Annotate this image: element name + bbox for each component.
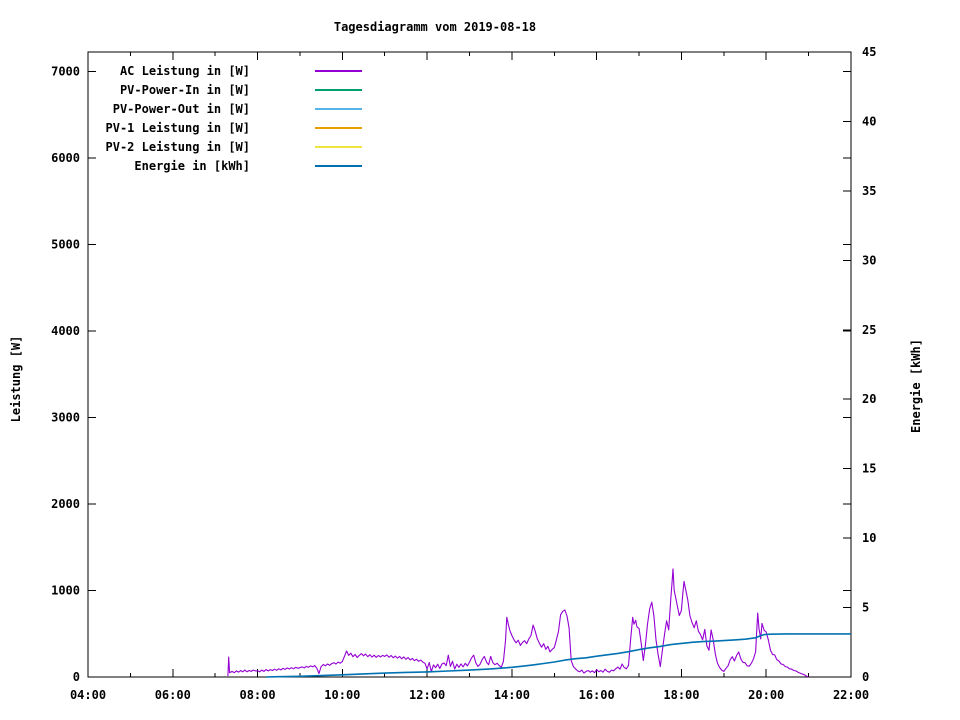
y-axis-tick-label: 3000 (51, 410, 80, 424)
y-axis-tick-label: 2000 (51, 497, 80, 511)
x-axis-tick-label: 12:00 (409, 688, 445, 702)
x-axis-tick-label: 16:00 (579, 688, 615, 702)
x-axis-tick-label: 10:00 (324, 688, 360, 702)
gnuplot-daily-diagram: Tagesdiagramm vom 2019-08-18 Leistung [W… (0, 0, 960, 720)
y2-axis-tick-label: 5 (862, 601, 869, 615)
x-axis-tick-label: 04:00 (70, 688, 106, 702)
series-line-ac-leistung-in-w (227, 568, 809, 678)
y-axis-tick-label: 7000 (51, 64, 80, 78)
x-axis-tick-label: 20:00 (748, 688, 784, 702)
legend-label: PV-Power-In in [W] (120, 83, 250, 97)
y-axis-tick-label: 1000 (51, 583, 80, 597)
chart-canvas: 04:00 06:00 08:00 10:00 12:00 14:00 16:00 18:00… (51, 45, 876, 702)
y2-axis-tick-label: 40 (862, 114, 876, 128)
y2-axis-tick-label: 45 (862, 45, 876, 59)
x-axis-tick-label: 06:00 (155, 688, 191, 702)
y2-axis-tick-label: 15 (862, 462, 876, 476)
y-axis-tick-label: 6000 (51, 151, 80, 165)
y2-axis-tick-label: 20 (862, 392, 876, 406)
legend-label: PV-Power-Out in [W] (113, 102, 250, 116)
x-axis-tick-label: 08:00 (239, 688, 275, 702)
legend-label: Energie in [kWh] (134, 159, 250, 173)
x-axis-tick-label: 22:00 (833, 688, 869, 702)
y-axis-tick-label: 5000 (51, 237, 80, 251)
legend-label: PV-2 Leistung in [W] (106, 140, 251, 154)
x-axis-tick-label: 18:00 (663, 688, 699, 702)
y2-axis-tick-label: 10 (862, 531, 876, 545)
y-axis-tick-label: 0 (73, 670, 80, 684)
y2-axis-tick-label: 0 (862, 670, 869, 684)
y2-axis-tick-label: 25 (862, 323, 876, 337)
y2-axis-tick-label: 35 (862, 184, 876, 198)
y2-axis-tick-label: 30 (862, 253, 876, 267)
x-axis-tick-label: 14:00 (494, 688, 530, 702)
legend-label: PV-1 Leistung in [W] (106, 121, 251, 135)
legend-label: AC Leistung in [W] (120, 64, 250, 78)
y-axis-tick-label: 4000 (51, 324, 80, 338)
